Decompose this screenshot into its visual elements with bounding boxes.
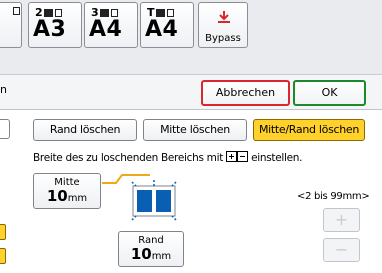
- instruction-text: Breite des zu loschenden Bereichs mit ei…: [33, 151, 302, 164]
- edge-width-button[interactable]: Rand 10mm: [118, 231, 184, 267]
- tray-paper-size: A3: [33, 17, 67, 42]
- center-width-value: 10: [46, 187, 68, 205]
- bypass-label: Bypass: [205, 33, 241, 44]
- range-text: <2 bis 99mm>: [297, 191, 370, 202]
- paper-orientation-icon: [111, 9, 119, 17]
- decrease-button[interactable]: −: [323, 238, 360, 262]
- tray-button-t[interactable]: T A4: [140, 2, 194, 48]
- center-width-button[interactable]: Mitte 10mm: [33, 173, 101, 209]
- tray-paper-size: A4: [145, 17, 179, 42]
- ok-button[interactable]: OK: [293, 80, 366, 106]
- instruction-before: Breite des zu loschenden Bereichs mit: [33, 152, 224, 164]
- tab-mitte-loeschen[interactable]: Mitte löschen: [143, 119, 247, 141]
- tab-mitte-rand-loeschen[interactable]: Mitte/Rand löschen: [253, 119, 365, 141]
- instruction-after: einstellen.: [251, 152, 303, 164]
- center-width-unit: mm: [67, 193, 88, 204]
- bypass-tray-icon: [218, 11, 230, 23]
- action-row: n Abbrechen OK: [0, 75, 382, 110]
- tray-icon: [156, 9, 166, 17]
- tray-icon: [44, 9, 54, 17]
- paper-orientation-icon: [167, 9, 175, 17]
- partial-left-tab-lower[interactable]: [0, 248, 6, 264]
- paper-orientation-icon: [55, 9, 63, 17]
- edge-width-value: 10: [130, 245, 152, 263]
- tray-button-partial[interactable]: [0, 2, 22, 48]
- partial-left-button[interactable]: [0, 119, 10, 139]
- partial-left-tab-upper[interactable]: [0, 224, 6, 240]
- tray-paper-size: A4: [89, 17, 123, 42]
- tray-button-2[interactable]: 2 A3: [28, 2, 82, 48]
- increase-button[interactable]: +: [323, 208, 360, 232]
- adjust-keys-icon: [226, 151, 249, 162]
- tab-rand-loeschen[interactable]: Rand löschen: [33, 119, 137, 141]
- bypass-tray-button[interactable]: Bypass: [198, 2, 248, 48]
- erase-settings-panel: Rand löschen Mitte löschen Mitte/Rand lö…: [0, 110, 382, 273]
- erase-area-diagram: [102, 174, 177, 221]
- tray-button-3[interactable]: 3 A4: [84, 2, 138, 48]
- tray-icon: [100, 9, 110, 17]
- paper-icon: [13, 7, 20, 15]
- partial-title-text: n: [0, 83, 7, 96]
- cancel-button[interactable]: Abbrechen: [201, 80, 290, 106]
- paper-tray-bar: 2 A3 3 A4 T A4 Bypass: [0, 0, 382, 75]
- edge-width-unit: mm: [151, 251, 172, 262]
